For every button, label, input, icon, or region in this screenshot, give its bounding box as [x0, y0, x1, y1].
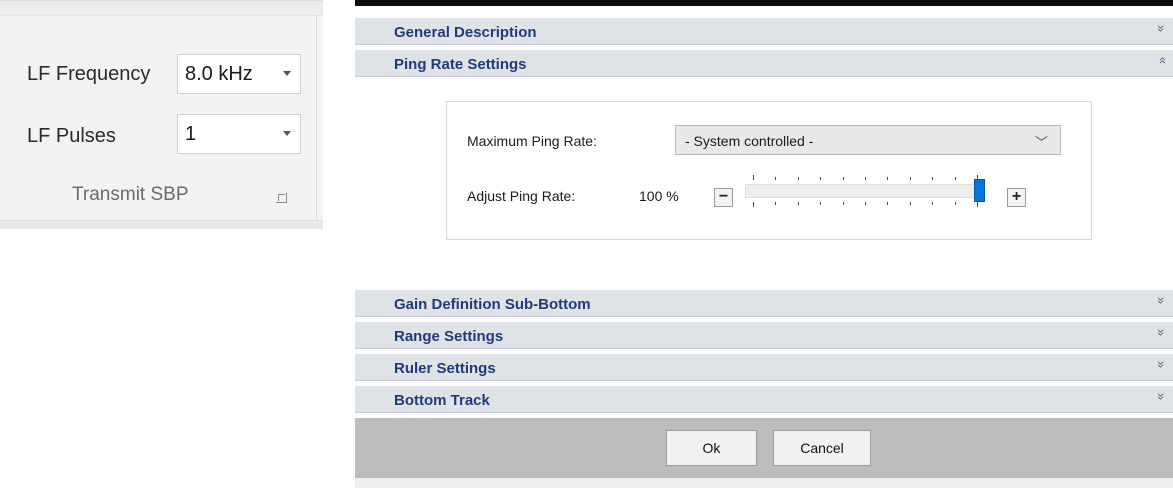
chevron-down-icon: [283, 71, 291, 76]
slider-tick: [820, 177, 822, 180]
slider-tick: [865, 177, 866, 180]
section-title: Ping Rate Settings: [394, 56, 527, 73]
slider-tick: [887, 177, 889, 180]
lf-frequency-combo[interactable]: 8.0 kHz: [177, 54, 301, 94]
section-general-description[interactable]: General Description »: [355, 18, 1173, 45]
max-ping-rate-value: - System controlled -: [685, 133, 814, 149]
ribbon-transmit-sbp-group: LF Frequency 8.0 kHz LF Pulses 1 Transmi…: [0, 0, 323, 229]
dialog-top-border: [355, 0, 1173, 6]
slider-tick: [954, 202, 956, 205]
slider-tick: [775, 202, 777, 205]
section-title: General Description: [394, 24, 537, 41]
slider-tick: [932, 177, 934, 180]
chevron-down-icon: [283, 131, 291, 136]
slider-tick: [775, 177, 777, 180]
expand-icon: »: [1153, 360, 1169, 369]
ping-rate-group-box: Maximum Ping Rate: - System controlled -…: [446, 101, 1092, 240]
slider-tick: [954, 177, 956, 180]
slider-tick: [909, 177, 911, 180]
slider-tick: [753, 175, 754, 180]
slider-tick: [797, 177, 799, 180]
lf-frequency-value: 8.0 kHz: [185, 63, 253, 85]
ok-button[interactable]: Ok: [666, 430, 757, 466]
section-title: Gain Definition Sub-Bottom: [394, 296, 591, 313]
dialog-bottom-strip: [355, 478, 1173, 488]
slider-tick: [753, 202, 754, 207]
max-ping-rate-select[interactable]: - System controlled - ﹀: [675, 125, 1061, 155]
section-title: Bottom Track: [394, 392, 490, 409]
cancel-button[interactable]: Cancel: [773, 430, 871, 466]
lf-pulses-value: 1: [185, 123, 197, 145]
slider-tick: [820, 202, 822, 205]
section-gain-definition[interactable]: Gain Definition Sub-Bottom »: [355, 290, 1173, 317]
expand-icon: »: [1153, 24, 1169, 33]
lf-pulses-combo[interactable]: 1: [177, 114, 301, 154]
ping-rate-slider-thumb[interactable]: [974, 179, 985, 202]
slider-tick: [909, 202, 911, 205]
lf-pulses-label: LF Pulses: [27, 125, 116, 147]
expand-icon: »: [1153, 296, 1169, 305]
increase-ping-rate-button[interactable]: +: [1007, 188, 1026, 207]
ribbon-top-strip: [0, 1, 323, 16]
ping-rate-content: Maximum Ping Rate: - System controlled -…: [355, 78, 1173, 290]
section-bottom-track[interactable]: Bottom Track »: [355, 386, 1173, 413]
section-ping-rate-settings[interactable]: Ping Rate Settings »: [355, 50, 1173, 77]
expand-icon: »: [1153, 328, 1169, 337]
ping-rate-slider-track[interactable]: [745, 184, 985, 198]
slider-tick: [977, 202, 978, 207]
section-title: Ruler Settings: [394, 360, 496, 377]
slider-tick: [842, 202, 844, 205]
slider-tick: [865, 202, 866, 205]
slider-tick: [887, 202, 889, 205]
section-ruler-settings[interactable]: Ruler Settings »: [355, 354, 1173, 381]
ribbon-bottom-edge: [0, 220, 323, 229]
adjust-ping-rate-value: 100 %: [639, 188, 679, 204]
section-title: Range Settings: [394, 328, 504, 345]
group-separator: [316, 15, 317, 220]
dialog-launcher-icon[interactable]: [276, 193, 287, 203]
adjust-ping-rate-label: Adjust Ping Rate:: [467, 188, 576, 204]
collapse-icon: »: [1153, 56, 1169, 65]
slider-tick: [842, 177, 844, 180]
decrease-ping-rate-button[interactable]: −: [714, 188, 733, 207]
lf-frequency-label: LF Frequency: [27, 63, 151, 85]
slider-tick: [797, 202, 799, 205]
expand-icon: »: [1153, 392, 1169, 401]
slider-tick: [932, 202, 934, 205]
chevron-down-icon: ﹀: [1034, 135, 1048, 150]
max-ping-rate-label: Maximum Ping Rate:: [467, 133, 597, 149]
settings-dialog: General Description » Ping Rate Settings…: [355, 0, 1173, 488]
group-label: Transmit SBP: [72, 184, 189, 205]
section-range-settings[interactable]: Range Settings »: [355, 322, 1173, 349]
